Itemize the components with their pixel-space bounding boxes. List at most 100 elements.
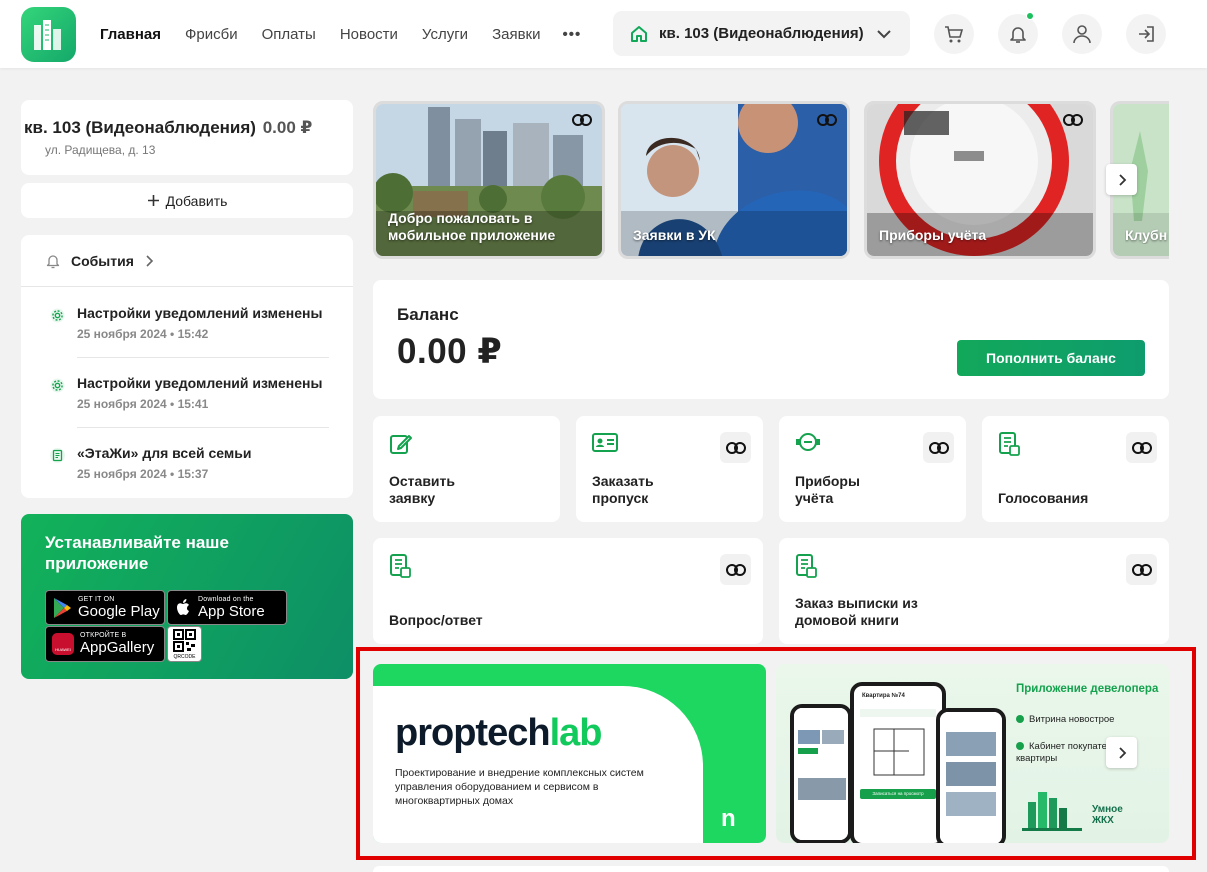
app-store-label: App Store bbox=[198, 602, 265, 620]
tile-label: Заказать пропуск bbox=[592, 473, 654, 506]
story-card[interactable]: Добро пожаловать в мобильное приложение bbox=[373, 101, 605, 259]
apartment-selector-label: кв. 103 (Видеонаблюдения) bbox=[659, 25, 864, 42]
nav-more-button[interactable]: ••• bbox=[563, 26, 582, 43]
cart-icon bbox=[945, 26, 964, 43]
stories-next-button[interactable] bbox=[1106, 164, 1137, 195]
balance-title: Баланс bbox=[397, 305, 459, 324]
story-label: Добро пожаловать в мобильное приложение bbox=[388, 210, 556, 243]
nav-item-payments[interactable]: Оплаты bbox=[262, 26, 316, 43]
link-icon bbox=[1131, 441, 1152, 454]
tile-link-button[interactable] bbox=[923, 432, 954, 463]
app-promo-title: Устанавливайте наше приложение bbox=[45, 533, 229, 573]
link-icon bbox=[572, 114, 592, 126]
balance-value: 0.00 ₽ bbox=[397, 332, 503, 371]
tile-meters[interactable]: Приборы учёта bbox=[779, 416, 966, 522]
meter-icon bbox=[796, 433, 820, 451]
app-promo-card: Устанавливайте наше приложение GET IT ON… bbox=[21, 514, 353, 679]
account-address: ул. Радищева, д. 13 bbox=[45, 143, 156, 157]
bell-icon bbox=[46, 255, 60, 269]
home-icon bbox=[631, 25, 647, 42]
tile-link-button[interactable] bbox=[720, 554, 751, 585]
account-title: кв. 103 (Видеонаблюдения) bbox=[24, 118, 256, 137]
nav-item-requests[interactable]: Заявки bbox=[492, 26, 540, 43]
event-item[interactable]: Настройки уведомлений изменены 25 ноября… bbox=[77, 305, 333, 341]
app-logo[interactable] bbox=[21, 7, 76, 62]
tile-label: Заказ выписки из домовой книги bbox=[795, 595, 918, 628]
link-icon bbox=[725, 563, 746, 576]
tile-link-button[interactable] bbox=[1126, 432, 1157, 463]
app-gallery-button[interactable]: HUAWEI ОТКРОЙТЕ В AppGallery bbox=[45, 626, 165, 662]
app-store-button[interactable]: Download on the App Store bbox=[167, 590, 287, 625]
main-nav: Главная Фрисби Оплаты Новости Услуги Зая… bbox=[100, 26, 605, 43]
event-date: 25 ноября 2024 • 15:41 bbox=[77, 397, 209, 411]
add-account-button[interactable]: Добавить bbox=[21, 183, 353, 218]
plus-icon bbox=[147, 195, 159, 206]
apartment-selector[interactable]: кв. 103 (Видеонаблюдения) bbox=[613, 11, 910, 56]
tile-link-button[interactable] bbox=[720, 432, 751, 463]
profile-button[interactable] bbox=[1062, 14, 1102, 54]
highlight-frame bbox=[356, 647, 1196, 860]
link-icon bbox=[725, 441, 746, 454]
logout-button[interactable] bbox=[1126, 14, 1166, 54]
account-name: кв. 103 (Видеонаблюдения) 0.00 ₽ bbox=[24, 118, 312, 138]
tile-order-pass[interactable]: Заказать пропуск bbox=[576, 416, 763, 522]
qr-code-button[interactable]: QRCODE bbox=[167, 626, 202, 662]
events-header[interactable]: События bbox=[45, 253, 154, 269]
document-icon bbox=[50, 448, 65, 463]
tile-faq[interactable]: Вопрос/ответ bbox=[373, 538, 763, 644]
gear-icon bbox=[50, 378, 65, 393]
logout-icon bbox=[1139, 26, 1154, 42]
link-icon bbox=[1063, 114, 1083, 126]
tile-house-book-extract[interactable]: Заказ выписки из домовой книги bbox=[779, 538, 1169, 644]
story-card[interactable]: Заявки в УК bbox=[618, 101, 850, 259]
notification-dot bbox=[1026, 12, 1034, 20]
notifications-button[interactable] bbox=[998, 12, 1038, 54]
nav-item-home[interactable]: Главная bbox=[100, 26, 161, 43]
tile-voting[interactable]: Голосования bbox=[982, 416, 1169, 522]
event-divider bbox=[77, 357, 329, 358]
huawei-logo-text: HUAWEI bbox=[55, 647, 71, 652]
google-play-icon bbox=[54, 597, 71, 618]
chevron-right-icon bbox=[1118, 173, 1126, 186]
event-divider bbox=[77, 427, 329, 428]
event-title: Настройки уведомлений изменены bbox=[77, 305, 323, 321]
qr-code-label: QRCODE bbox=[173, 654, 196, 660]
next-card-edge bbox=[373, 866, 1169, 872]
huawei-icon: HUAWEI bbox=[52, 633, 74, 655]
story-label: Заявки в УК bbox=[633, 227, 716, 243]
link-icon bbox=[928, 441, 949, 454]
event-title: «ЭтаЖи» для всей семьи bbox=[77, 445, 252, 461]
link-icon bbox=[817, 114, 837, 126]
user-icon bbox=[1073, 25, 1091, 44]
top-up-button[interactable]: Пополнить баланс bbox=[957, 340, 1145, 376]
tile-label: Оставить заявку bbox=[389, 473, 455, 506]
event-item[interactable]: «ЭтаЖи» для всей семьи 25 ноября 2024 • … bbox=[77, 445, 333, 481]
nav-item-news[interactable]: Новости bbox=[340, 26, 398, 43]
document-icon bbox=[999, 432, 1020, 456]
gear-icon bbox=[50, 308, 65, 323]
document-icon bbox=[390, 554, 411, 578]
story-card[interactable]: Приборы учёта bbox=[864, 101, 1096, 259]
google-play-label: Google Play bbox=[78, 602, 160, 620]
event-item[interactable]: Настройки уведомлений изменены 25 ноября… bbox=[77, 375, 333, 411]
tile-label: Вопрос/ответ bbox=[389, 612, 483, 628]
event-date: 25 ноября 2024 • 15:37 bbox=[77, 467, 209, 481]
tile-label: Голосования bbox=[998, 490, 1089, 506]
event-title: Настройки уведомлений изменены bbox=[77, 375, 323, 391]
apple-icon bbox=[177, 598, 189, 615]
add-account-label: Добавить bbox=[165, 192, 228, 209]
tile-link-button[interactable] bbox=[1126, 554, 1157, 585]
cart-button[interactable] bbox=[934, 14, 974, 54]
nav-item-frisbee[interactable]: Фрисби bbox=[185, 26, 238, 43]
qr-code-icon bbox=[173, 629, 196, 652]
link-icon bbox=[1131, 563, 1152, 576]
bell-icon bbox=[1010, 27, 1026, 43]
chevron-right-icon bbox=[146, 255, 154, 267]
events-title: События bbox=[71, 253, 134, 269]
top-bar: Главная Фрисби Оплаты Новости Услуги Зая… bbox=[0, 0, 1207, 68]
nav-item-services[interactable]: Услуги bbox=[422, 26, 468, 43]
tile-create-request[interactable]: Оставить заявку bbox=[373, 416, 560, 522]
edit-icon bbox=[390, 435, 412, 454]
google-play-button[interactable]: GET IT ON Google Play bbox=[45, 590, 165, 625]
events-divider bbox=[21, 286, 353, 287]
